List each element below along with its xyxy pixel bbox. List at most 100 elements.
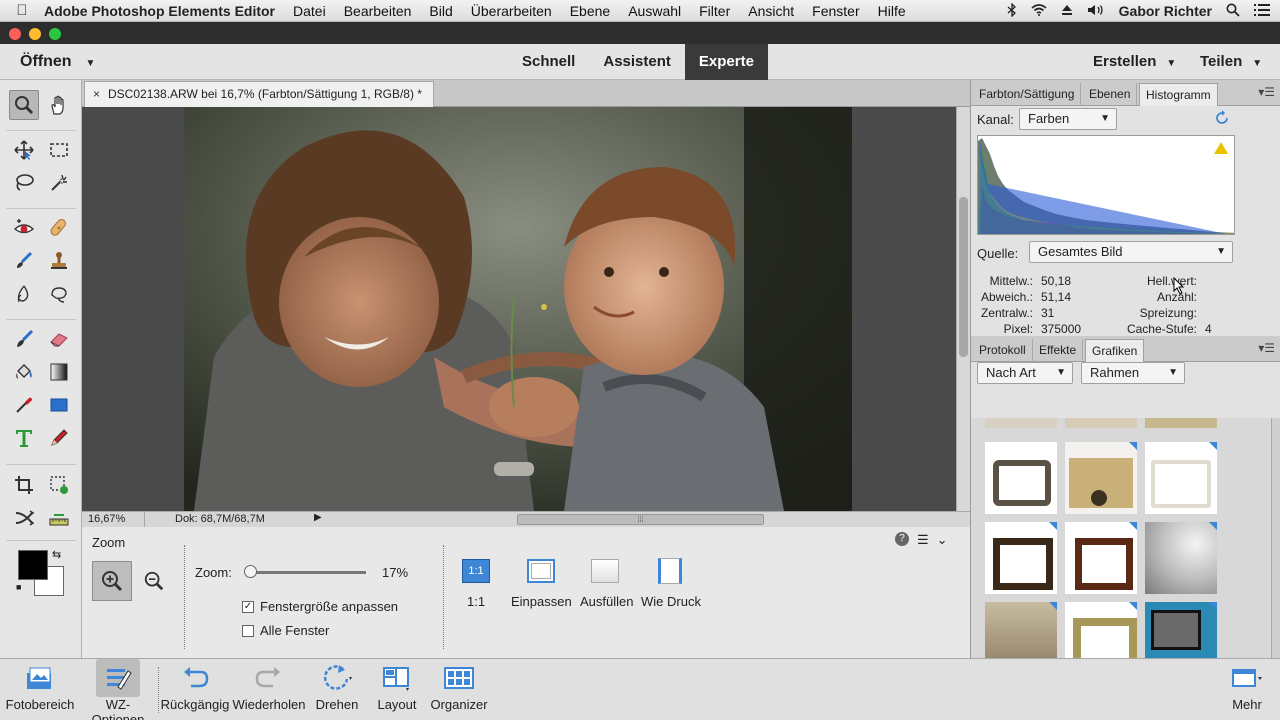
- refresh-histogram-icon[interactable]: [1214, 110, 1230, 129]
- lasso-tool-icon[interactable]: [9, 168, 39, 198]
- collapse-options-icon[interactable]: ⌄: [937, 532, 948, 548]
- menu-bearbeiten[interactable]: Bearbeiten: [344, 3, 412, 19]
- menu-bild[interactable]: Bild: [429, 3, 452, 19]
- menu-datei[interactable]: Datei: [293, 3, 326, 19]
- tool-options-button[interactable]: WZ-Optionen: [82, 659, 154, 720]
- tab-farbton-saettigung[interactable]: Farbton/Sättigung: [973, 83, 1082, 106]
- close-document-icon[interactable]: ×: [93, 87, 100, 101]
- frame-thumbnail[interactable]: [985, 602, 1057, 658]
- crop-tool-icon[interactable]: [9, 470, 39, 500]
- frame-thumbnail[interactable]: [985, 442, 1057, 514]
- canvas-vertical-scrollbar[interactable]: [956, 107, 970, 511]
- frame-thumbnail[interactable]: [985, 418, 1057, 428]
- frame-thumbnail[interactable]: [1145, 522, 1217, 594]
- canvas-horizontal-scrollbar[interactable]: ⦙⦙⦙: [517, 514, 764, 525]
- blur-tool-icon[interactable]: [9, 279, 39, 309]
- type-tool-icon[interactable]: [9, 423, 39, 453]
- bottom-panel-menu-icon[interactable]: ▾☰: [1258, 341, 1275, 355]
- graphics-scrollbar[interactable]: [1271, 418, 1280, 658]
- view-fit-label[interactable]: Einpassen: [511, 594, 572, 609]
- graphics-category-select[interactable]: Rahmen ▼: [1081, 362, 1185, 384]
- zoom-slider-knob[interactable]: [244, 565, 258, 578]
- vertical-scroll-thumb[interactable]: [959, 197, 968, 357]
- status-menu-arrow-icon[interactable]: ▶: [314, 512, 322, 523]
- red-eye-tool-icon[interactable]: [9, 213, 39, 243]
- recompose-tool-icon[interactable]: [44, 470, 74, 500]
- frame-thumbnail[interactable]: [1145, 418, 1217, 428]
- frame-thumbnail[interactable]: [1065, 418, 1137, 428]
- photo-image[interactable]: [184, 107, 852, 511]
- frame-thumbnail[interactable]: [985, 522, 1057, 594]
- frame-thumbnail[interactable]: [1065, 522, 1137, 594]
- close-window-icon[interactable]: [9, 28, 21, 40]
- source-select[interactable]: Gesamtes Bild ▼: [1029, 241, 1233, 263]
- more-button[interactable]: Mehr: [1222, 659, 1272, 720]
- sponge-tool-icon[interactable]: [44, 279, 74, 309]
- spotlight-search-icon[interactable]: [1226, 3, 1240, 20]
- view-print-button[interactable]: [655, 557, 685, 585]
- volume-icon[interactable]: [1087, 3, 1105, 19]
- menu-filter[interactable]: Filter: [699, 3, 730, 19]
- minimize-window-icon[interactable]: [29, 28, 41, 40]
- mode-schnell[interactable]: Schnell: [508, 44, 589, 80]
- zoom-slider-track[interactable]: [248, 571, 366, 574]
- image-canvas[interactable]: [82, 107, 956, 511]
- zoom-window-icon[interactable]: [49, 28, 61, 40]
- photo-bin-button[interactable]: Fotobereich: [4, 659, 76, 720]
- swap-colors-icon[interactable]: ⇆: [52, 548, 61, 561]
- menu-ebene[interactable]: Ebene: [570, 3, 610, 19]
- create-button[interactable]: Erstellen ▼: [1093, 53, 1176, 70]
- status-zoom-value[interactable]: 16,67%: [88, 513, 142, 525]
- notification-list-icon[interactable]: [1254, 3, 1270, 19]
- apple-menu-icon[interactable]: : [0, 2, 44, 19]
- foreground-color-swatch[interactable]: [18, 550, 48, 580]
- rotate-button[interactable]: Drehen: [310, 659, 364, 720]
- tab-effekte[interactable]: Effekte: [1033, 339, 1084, 362]
- view-1to1-label[interactable]: 1:1: [467, 594, 485, 609]
- paint-bucket-icon[interactable]: [9, 357, 39, 387]
- menu-ueberarbeiten[interactable]: Überarbeiten: [471, 3, 552, 19]
- shape-tool-icon[interactable]: [44, 390, 74, 420]
- view-fit-button[interactable]: [526, 557, 556, 585]
- spot-healing-brush-icon[interactable]: [44, 213, 74, 243]
- eject-icon[interactable]: [1061, 3, 1073, 19]
- pencil-tool-icon[interactable]: [44, 423, 74, 453]
- frame-thumbnail[interactable]: [1145, 602, 1217, 658]
- move-tool-icon[interactable]: [9, 135, 39, 165]
- organizer-button[interactable]: Organizer: [430, 659, 488, 720]
- menu-app-name[interactable]: Adobe Photoshop Elements Editor: [44, 3, 275, 19]
- frame-thumbnail[interactable]: [1065, 442, 1137, 514]
- zoom-in-button[interactable]: [92, 561, 132, 601]
- fit-window-checkbox[interactable]: ✓ Fenstergröße anpassen: [242, 599, 398, 614]
- tab-ebenen[interactable]: Ebenen: [1083, 83, 1138, 106]
- open-button[interactable]: Öffnen ▼: [20, 53, 95, 71]
- all-windows-checkbox-box[interactable]: [242, 624, 254, 637]
- share-button[interactable]: Teilen ▼: [1200, 53, 1262, 70]
- layout-button[interactable]: Layout: [372, 659, 422, 720]
- view-print-label[interactable]: Wie Druck: [641, 594, 701, 609]
- graphics-type-select[interactable]: Nach Art ▼: [977, 362, 1073, 384]
- eraser-tool-icon[interactable]: [44, 324, 74, 354]
- channel-select[interactable]: Farben ▼: [1019, 108, 1117, 130]
- help-icon[interactable]: ?: [895, 532, 909, 546]
- fit-window-checkbox-box[interactable]: ✓: [242, 600, 254, 613]
- options-menu-icon[interactable]: ☰: [917, 532, 929, 548]
- rectangular-marquee-icon[interactable]: [44, 135, 74, 165]
- histogram-warning-icon[interactable]: [1214, 142, 1228, 154]
- tab-protokoll[interactable]: Protokoll: [973, 339, 1033, 362]
- mode-experte[interactable]: Experte: [684, 44, 768, 80]
- bluetooth-icon[interactable]: [1007, 1, 1017, 20]
- document-tab[interactable]: × DSC02138.ARW bei 16,7% (Farbton/Sättigu…: [84, 81, 434, 107]
- view-fill-label[interactable]: Ausfüllen: [580, 594, 633, 609]
- menu-auswahl[interactable]: Auswahl: [628, 3, 681, 19]
- straighten-tool-icon[interactable]: [44, 503, 74, 533]
- menu-hilfe[interactable]: Hilfe: [878, 3, 906, 19]
- zoom-out-button[interactable]: [140, 567, 168, 595]
- default-colors-icon[interactable]: ■: [16, 582, 21, 592]
- hand-tool-icon[interactable]: [44, 90, 74, 120]
- menu-ansicht[interactable]: Ansicht: [748, 3, 794, 19]
- tab-histogramm[interactable]: Histogramm: [1139, 83, 1218, 106]
- mode-assistent[interactable]: Assistent: [589, 44, 685, 80]
- view-1to1-button[interactable]: 1:1: [461, 557, 491, 585]
- clone-stamp-icon[interactable]: [44, 246, 74, 276]
